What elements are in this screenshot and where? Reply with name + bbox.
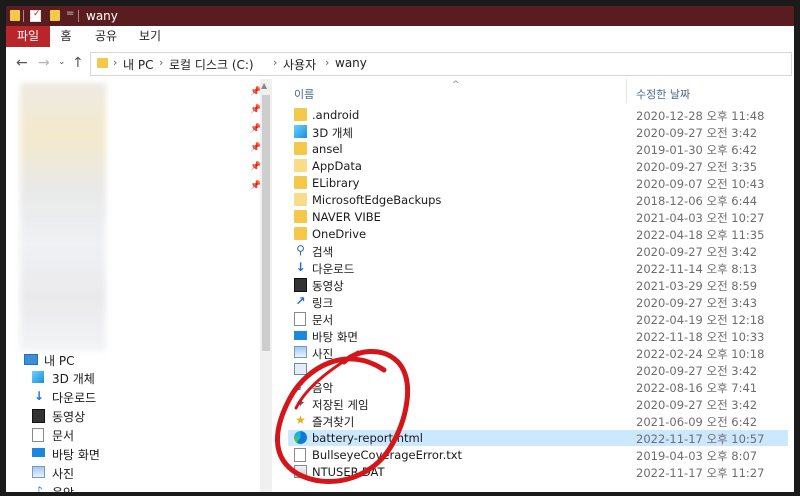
tab-home[interactable]: 홈 — [52, 26, 80, 47]
tab-share[interactable]: 공유 — [88, 26, 124, 47]
scroll-up-arrow-icon[interactable]: ▲ — [261, 81, 267, 90]
breadcrumb-separator-icon[interactable]: › — [325, 56, 329, 69]
file-list: ^ 이름 수정한 날짜 .android 2020-12-28 오후 11:48… — [282, 79, 794, 492]
contacts-icon — [294, 363, 307, 375]
dat-file-icon — [294, 465, 307, 478]
column-divider[interactable] — [626, 79, 627, 103]
file-row[interactable]: 3D 개체 2020-09-27 오전 3:42 — [288, 124, 788, 140]
column-name-header[interactable]: 이름 — [294, 86, 314, 102]
navigation-pane: 📌 📌 📌 📌 📌 📌 내 PC 3D 개체 ↓ 다운로드 동영상 문서 바탕 … — [6, 79, 276, 492]
desktop-icon — [294, 331, 307, 340]
file-row[interactable]: ELibrary 2020-09-07 오전 10:43 — [288, 175, 788, 191]
breadcrumb-wany[interactable]: wany — [335, 56, 367, 70]
file-row[interactable]: BullseyeCoverageError.txt 2019-04-03 오후 … — [288, 447, 788, 463]
column-date-header[interactable]: 수정한 날짜 — [636, 86, 690, 102]
quick-access-dropdown-icon[interactable]: = — [66, 8, 74, 19]
folder-icon — [97, 58, 108, 68]
file-row[interactable]: NAVER VIBE 2021-04-03 오전 10:27 — [288, 209, 788, 225]
3d-objects-icon — [294, 125, 307, 138]
address-bar-row: ← → ⌄ ↑ › 내 PC › 로컬 디스크 (C:) › 사용자 › wan… — [6, 47, 794, 79]
address-field[interactable]: › 내 PC › 로컬 디스크 (C:) › 사용자 › wany — [90, 52, 792, 76]
breadcrumb-separator-icon[interactable]: › — [159, 56, 163, 69]
pin-icon[interactable]: 📌 — [250, 162, 261, 172]
breadcrumb-separator-icon[interactable]: › — [113, 56, 117, 69]
search-icon: ⚲ — [296, 243, 305, 257]
file-row[interactable]: NTUSER.DAT 2022-11-17 오후 11:27 — [288, 464, 788, 480]
pin-icon[interactable]: 📌 — [250, 105, 261, 115]
file-row[interactable]: ★ 즐겨찾기 2021-06-09 오전 6:42 — [288, 413, 788, 430]
file-row[interactable]: .android 2020-12-28 오후 11:48 — [288, 107, 788, 123]
column-header: ^ 이름 수정한 날짜 — [282, 79, 794, 103]
music-icon: ♪ — [296, 379, 305, 393]
file-row[interactable]: 문서 2022-04-19 오전 12:18 — [288, 311, 788, 327]
star-icon: ★ — [295, 413, 306, 427]
file-row-selected[interactable]: battery-report.html 2022-11-17 오후 10:57 — [288, 430, 788, 446]
nav-scroll-thumb[interactable] — [262, 95, 270, 351]
file-row[interactable]: ♪ 음악 2022-08-16 오후 7:41 — [288, 379, 788, 396]
file-row[interactable]: 바탕 화면 2022-11-18 오전 10:33 — [288, 328, 788, 344]
edge-html-icon — [294, 431, 307, 444]
explorer-window: ✓ = wany 파일 홈 공유 보기 ← → ⌄ ↑ › 내 PC › 로컬 … — [6, 6, 794, 492]
this-pc-icon — [24, 354, 38, 365]
3d-objects-icon — [32, 371, 44, 383]
breadcrumb-local-disk[interactable]: 로컬 디스크 (C:) — [169, 56, 254, 73]
nav-scrollbar[interactable]: ▲ — [260, 79, 272, 492]
title-bar: ✓ = wany — [6, 6, 794, 26]
file-row[interactable]: ↗ 링크 2020-09-27 오전 3:43 — [288, 294, 788, 311]
divider — [78, 10, 79, 22]
file-row[interactable]: 사진 2022-02-24 오후 10:18 — [288, 345, 788, 361]
breadcrumb-users[interactable]: 사용자 — [283, 56, 316, 73]
download-icon: ↓ — [33, 389, 45, 403]
text-file-icon — [294, 448, 306, 462]
chevron-down-icon[interactable]: ⌄ — [58, 57, 66, 67]
file-row[interactable]: MicrosoftEdgeBackups 2018-12-06 오후 6:44 — [288, 192, 788, 208]
document-icon — [32, 428, 44, 442]
tab-view[interactable]: 보기 — [132, 26, 168, 47]
folder-light-icon — [294, 193, 307, 206]
folder-icon — [294, 227, 307, 240]
video-icon — [32, 409, 45, 423]
divider — [23, 10, 24, 22]
saved-games-icon: ✦ — [295, 396, 306, 410]
sort-ascending-icon: ^ — [452, 80, 460, 90]
blurred-quick-access — [20, 83, 106, 351]
file-row[interactable]: ansel 2019-01-30 오후 6:42 — [288, 141, 788, 157]
folder-light-icon — [294, 159, 307, 172]
pin-icon[interactable]: 📌 — [250, 124, 261, 134]
window-title: wany — [86, 9, 118, 23]
folder-icon — [294, 108, 307, 121]
properties-icon[interactable]: ✓ — [30, 9, 41, 22]
video-icon — [294, 278, 307, 292]
pictures-icon — [294, 346, 307, 358]
folder-icon — [294, 210, 307, 223]
document-icon — [294, 312, 306, 326]
folder-icon — [294, 142, 307, 155]
forward-arrow-icon[interactable]: → — [38, 55, 50, 71]
pin-icon[interactable]: 📌 — [250, 87, 261, 97]
file-row[interactable]: ↓ 다운로드 2022-11-14 오후 8:13 — [288, 260, 788, 277]
file-row[interactable]: AppData 2020-09-27 오전 3:35 — [288, 158, 788, 174]
pin-icon[interactable]: 📌 — [250, 181, 261, 191]
file-row[interactable]: ⚲ 검색 2020-09-27 오전 3:42 — [288, 243, 788, 260]
ribbon-tabs: 파일 홈 공유 보기 — [6, 26, 794, 48]
breadcrumb-separator-icon[interactable]: › — [273, 56, 277, 69]
tab-file[interactable]: 파일 — [6, 26, 50, 47]
back-arrow-icon[interactable]: ← — [16, 55, 28, 71]
pictures-icon — [32, 466, 45, 478]
breadcrumb-this-pc[interactable]: 내 PC — [123, 56, 153, 73]
download-icon: ↓ — [295, 260, 306, 274]
file-row[interactable]: OneDrive 2022-04-18 오후 11:35 — [288, 226, 788, 242]
pin-icon[interactable]: 📌 — [250, 143, 261, 153]
up-arrow-icon[interactable]: ↑ — [72, 55, 84, 71]
link-icon: ↗ — [295, 294, 306, 308]
new-folder-icon[interactable] — [50, 10, 60, 21]
desktop-icon — [32, 448, 45, 457]
file-row[interactable]: 2020-09-27 오전 3:42 — [288, 362, 788, 378]
folder-icon — [10, 10, 20, 21]
music-icon: ♪ — [35, 484, 43, 493]
file-row[interactable]: 동영상 2021-03-29 오전 8:59 — [288, 277, 788, 293]
file-row[interactable]: ✦ 저장된 게임 2020-09-27 오전 3:42 — [288, 396, 788, 413]
folder-icon — [294, 176, 307, 189]
